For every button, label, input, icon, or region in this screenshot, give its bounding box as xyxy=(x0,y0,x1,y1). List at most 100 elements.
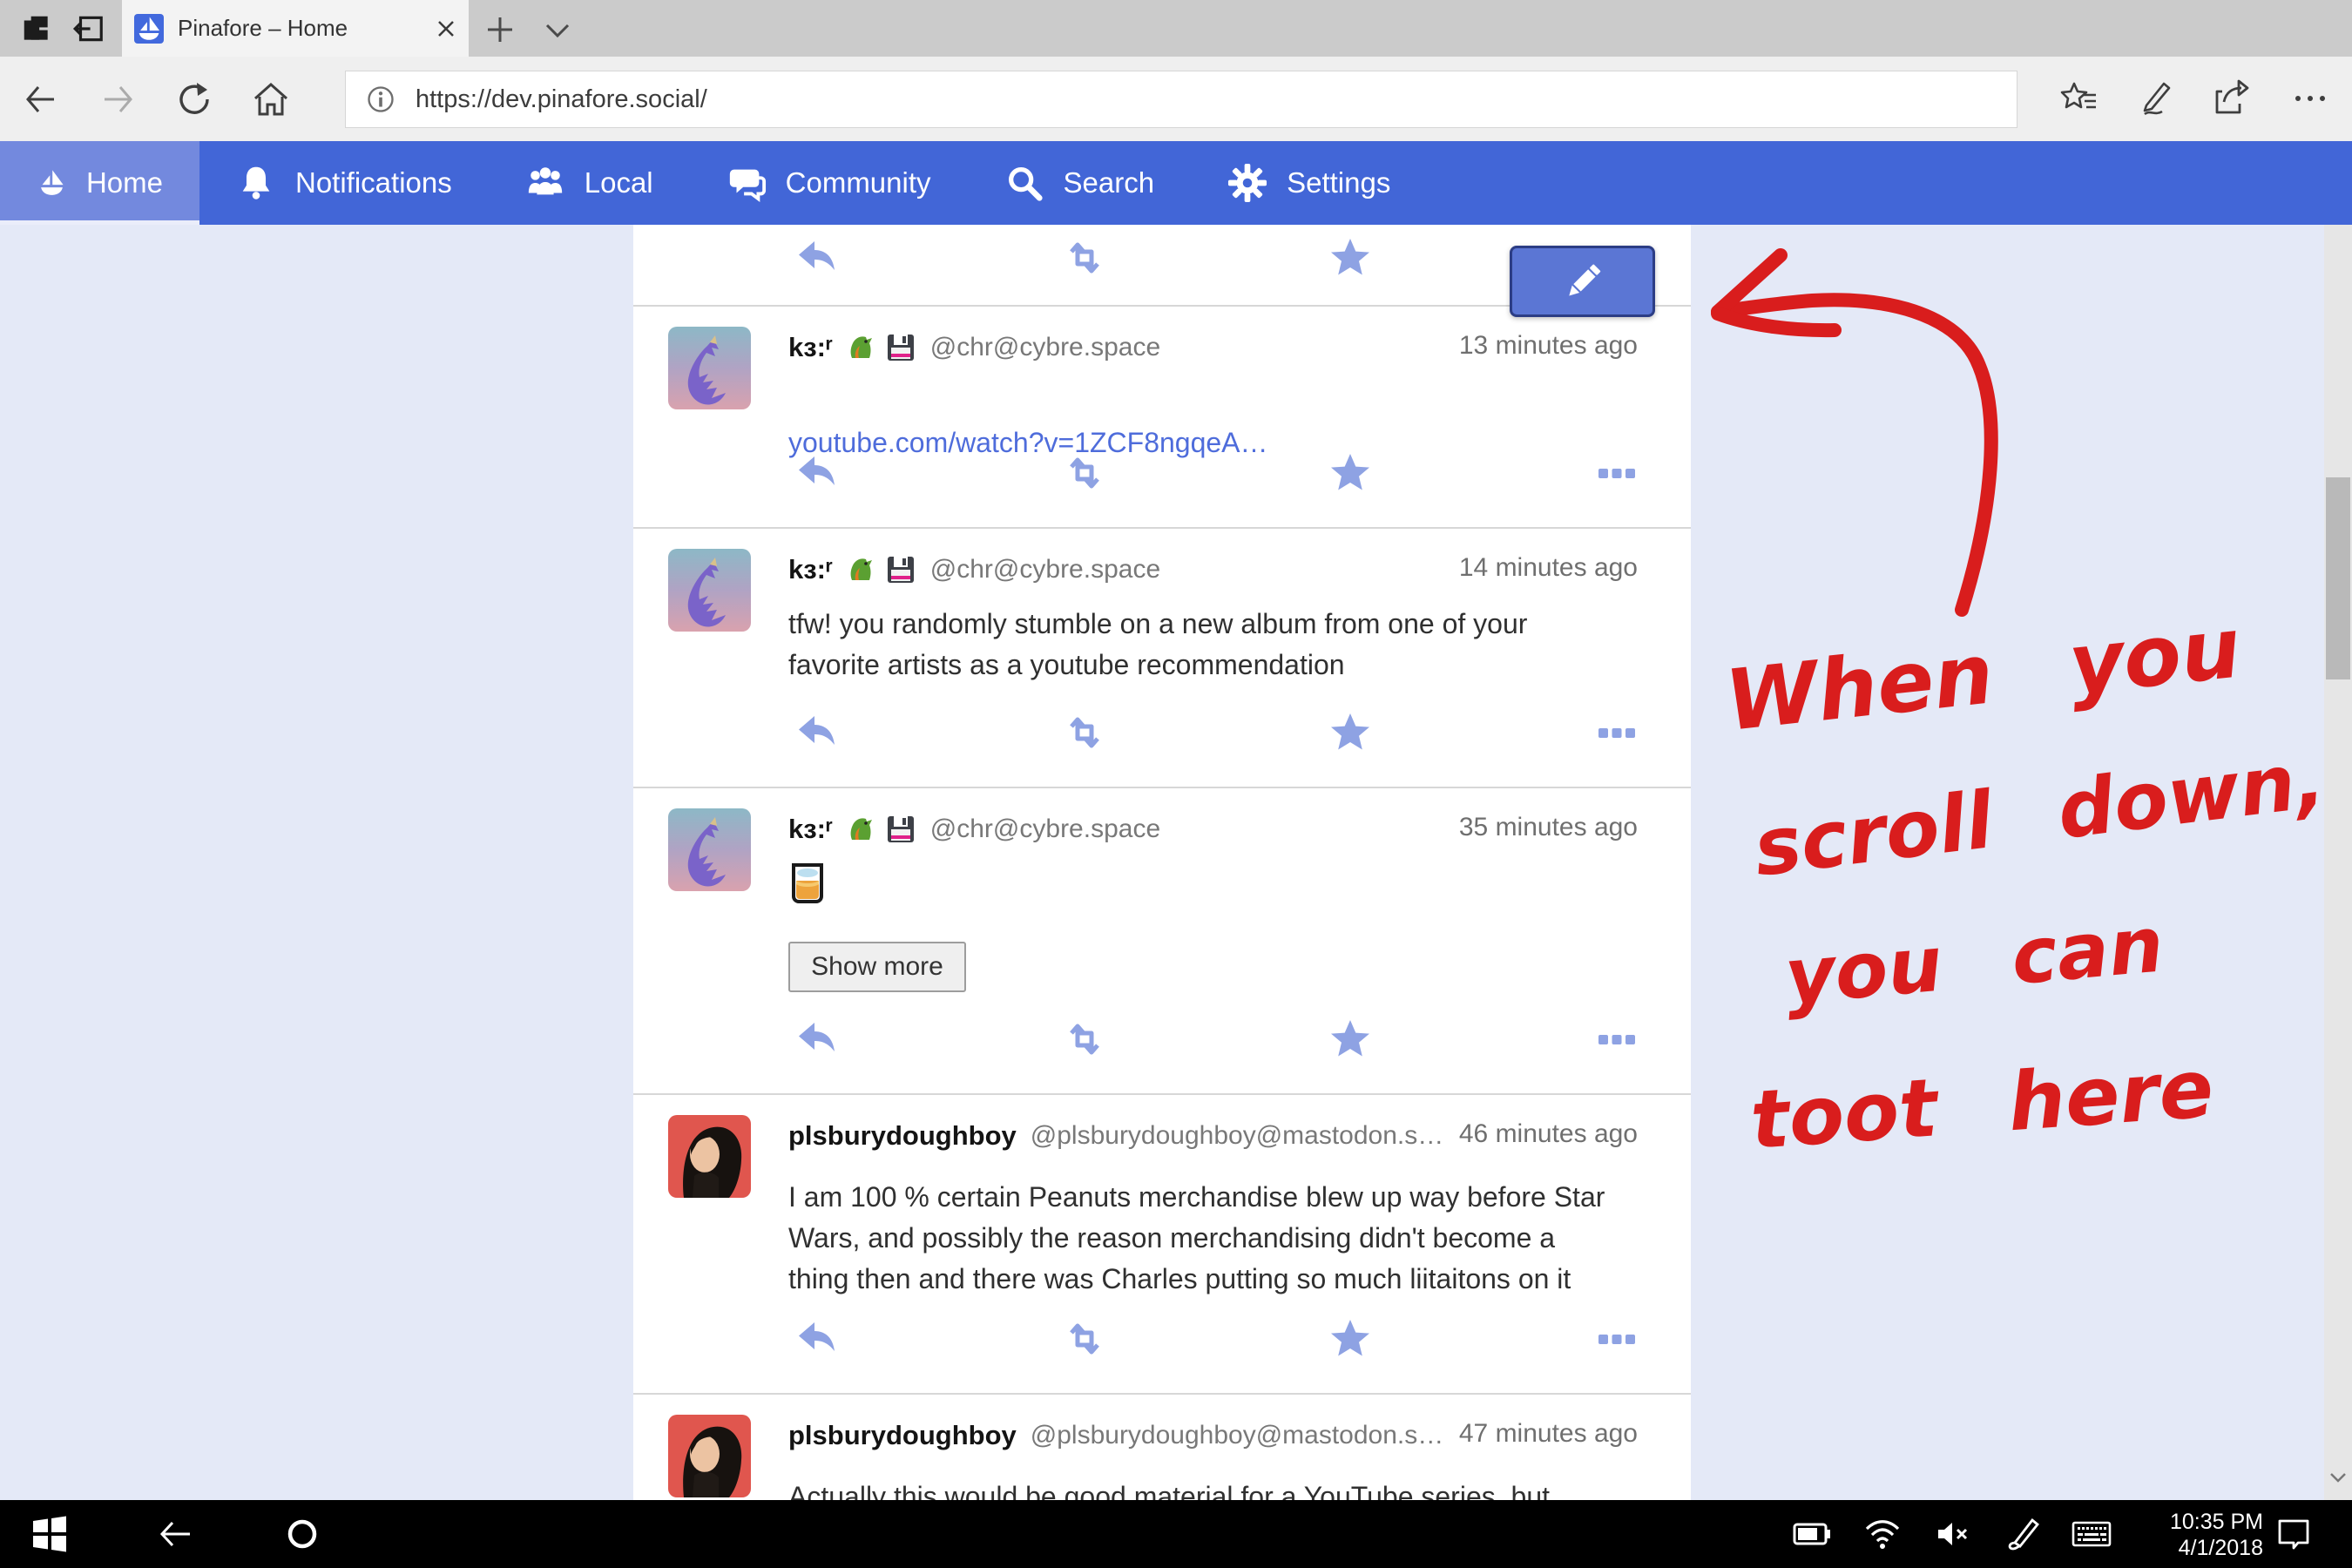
action-center-icon[interactable] xyxy=(2274,1514,2314,1554)
pinafore-favicon-icon xyxy=(134,14,164,44)
nav-label: Local xyxy=(585,166,653,199)
pen-icon[interactable] xyxy=(2004,1514,2044,1554)
scrollbar-thumb[interactable] xyxy=(2326,477,2350,679)
share-icon[interactable] xyxy=(2210,78,2252,119)
more-options-icon[interactable] xyxy=(1596,452,1638,494)
address-bar[interactable]: https://dev.pinafore.social/ xyxy=(345,71,2017,128)
account-handle[interactable]: @plsburydoughboy@mastodon.s… xyxy=(1031,1421,1444,1450)
battery-icon[interactable] xyxy=(1792,1514,1832,1554)
dragon-emoji xyxy=(843,814,875,845)
bell-icon xyxy=(236,163,276,203)
avatar[interactable] xyxy=(668,808,751,891)
more-options-icon[interactable] xyxy=(1596,1318,1638,1360)
show-more-button[interactable]: Show more xyxy=(788,942,966,992)
toot-header: plsburydoughboy @plsburydoughboy@mastodo… xyxy=(788,1417,1638,1454)
timestamp[interactable]: 13 minutes ago xyxy=(1459,331,1638,361)
timestamp[interactable]: 14 minutes ago xyxy=(1459,553,1638,583)
more-options-icon[interactable] xyxy=(1596,1018,1638,1060)
display-name[interactable]: plsburydoughboy xyxy=(788,1420,1017,1451)
cortana-icon[interactable] xyxy=(282,1514,322,1554)
display-name[interactable]: kз:ʳ xyxy=(788,332,833,363)
nav-label: Home xyxy=(86,166,163,199)
display-name[interactable]: plsburydoughboy xyxy=(788,1120,1017,1152)
tumbler-glass-emoji xyxy=(788,862,827,905)
toot-actions xyxy=(633,452,1691,494)
back-icon[interactable] xyxy=(21,79,61,119)
timestamp[interactable]: 46 minutes ago xyxy=(1459,1119,1638,1149)
boost-icon[interactable] xyxy=(1064,237,1105,279)
dragon-emoji xyxy=(843,554,875,585)
reply-icon[interactable] xyxy=(796,1318,838,1360)
reply-icon[interactable] xyxy=(796,452,838,494)
more-options-icon[interactable] xyxy=(1596,712,1638,754)
tab-preview-toggle-icon[interactable] xyxy=(538,10,577,49)
nav-item-notifications[interactable]: Notifications xyxy=(199,141,489,225)
chat-bubbles-icon xyxy=(727,163,767,203)
favorite-star-icon[interactable] xyxy=(1329,1018,1371,1060)
favorites-hub-icon[interactable] xyxy=(2059,78,2101,119)
timeline-column: kз:ʳ @chr@cybre.space 13 minutes ago you… xyxy=(633,225,1691,1500)
reply-icon[interactable] xyxy=(796,237,838,279)
clock-date: 4/1/2018 xyxy=(2170,1535,2263,1561)
display-name[interactable]: kз:ʳ xyxy=(788,554,833,585)
set-tabs-aside-icon[interactable] xyxy=(19,12,54,45)
toot-content: tfw! you randomly stumble on a new album… xyxy=(788,604,1677,686)
nav-item-local[interactable]: Local xyxy=(489,141,690,225)
nav-item-home[interactable]: Home xyxy=(0,141,199,225)
account-handle[interactable]: @plsburydoughboy@mastodon.s… xyxy=(1031,1121,1444,1151)
avatar[interactable] xyxy=(668,549,751,632)
gear-icon xyxy=(1227,163,1267,203)
home-icon[interactable] xyxy=(251,79,291,119)
nav-item-community[interactable]: Community xyxy=(690,141,968,225)
touch-keyboard-icon[interactable] xyxy=(2072,1514,2112,1554)
favorite-star-icon[interactable] xyxy=(1329,712,1371,754)
toot-header: plsburydoughboy @plsburydoughboy@mastodo… xyxy=(788,1118,1638,1154)
nav-item-search[interactable]: Search xyxy=(968,141,1192,225)
boost-icon[interactable] xyxy=(1064,712,1105,754)
pencil-icon xyxy=(1560,259,1605,304)
toot-actions xyxy=(633,712,1691,754)
account-handle[interactable]: @chr@cybre.space xyxy=(930,555,1160,585)
tabs-set-aside-icon[interactable] xyxy=(71,12,106,45)
reply-icon[interactable] xyxy=(796,1018,838,1060)
browser-tab-bar: Pinafore – Home xyxy=(0,0,2352,57)
nav-item-settings[interactable]: Settings xyxy=(1191,141,1427,225)
favorite-star-icon[interactable] xyxy=(1329,452,1371,494)
forward-icon[interactable] xyxy=(98,79,138,119)
taskbar-back-icon[interactable] xyxy=(155,1514,195,1554)
toot-content: Actually this would be good material for… xyxy=(788,1477,1677,1500)
volume-muted-icon[interactable] xyxy=(1933,1514,1973,1554)
taskbar-clock[interactable]: 10:35 PM 4/1/2018 xyxy=(2170,1509,2263,1561)
browser-tab[interactable]: Pinafore – Home xyxy=(122,0,469,57)
avatar[interactable] xyxy=(668,1115,751,1198)
refresh-icon[interactable] xyxy=(174,79,214,119)
toot-header: kз:ʳ @chr@cybre.space 13 minutes ago xyxy=(788,329,1638,366)
close-tab-icon[interactable] xyxy=(429,11,463,46)
wifi-icon[interactable] xyxy=(1862,1514,1903,1554)
timestamp[interactable]: 35 minutes ago xyxy=(1459,813,1638,842)
web-note-pen-icon[interactable] xyxy=(2134,78,2176,119)
boost-icon[interactable] xyxy=(1064,452,1105,494)
display-name[interactable]: kз:ʳ xyxy=(788,814,833,845)
favorite-star-icon[interactable] xyxy=(1329,1318,1371,1360)
new-tab-button[interactable] xyxy=(481,10,519,49)
windows-start-icon[interactable] xyxy=(30,1514,70,1554)
site-info-icon[interactable] xyxy=(365,84,396,115)
account-handle[interactable]: @chr@cybre.space xyxy=(930,333,1160,362)
dragon-avatar-image xyxy=(668,808,751,891)
page-scrollbar[interactable] xyxy=(2324,225,2352,1500)
avatar[interactable] xyxy=(668,1415,751,1497)
reply-icon[interactable] xyxy=(796,712,838,754)
account-handle[interactable]: @chr@cybre.space xyxy=(930,814,1160,844)
timestamp[interactable]: 47 minutes ago xyxy=(1459,1419,1638,1449)
favorite-star-icon[interactable] xyxy=(1329,237,1371,279)
dragon-avatar-image xyxy=(668,327,751,409)
dragon-avatar-image xyxy=(668,549,751,632)
boost-icon[interactable] xyxy=(1064,1318,1105,1360)
settings-more-icon[interactable] xyxy=(2289,78,2331,119)
boost-icon[interactable] xyxy=(1064,1018,1105,1060)
avatar[interactable] xyxy=(668,327,751,409)
toot-header: kз:ʳ @chr@cybre.space 35 minutes ago xyxy=(788,811,1638,848)
scrollbar-down-arrow-icon[interactable] xyxy=(2324,1467,2352,1488)
compose-toot-button[interactable] xyxy=(1510,246,1655,317)
